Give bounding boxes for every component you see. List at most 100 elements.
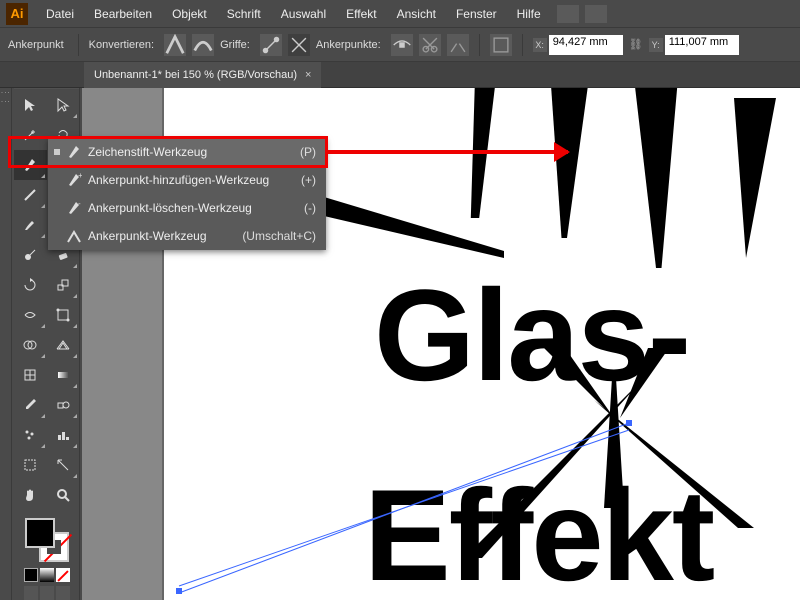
handles-hide-button[interactable] (288, 34, 310, 56)
anchor-remove-button[interactable] (391, 34, 413, 56)
options-anchors-label: Ankerpunkte: (316, 39, 381, 51)
shard (634, 88, 689, 268)
perspective-grid-tool-icon (55, 337, 71, 353)
width-tool[interactable] (14, 300, 47, 330)
draw-inside-icon[interactable] (56, 586, 70, 600)
fill-stroke-swatch[interactable] (25, 518, 69, 562)
menu-file[interactable]: Datei (36, 3, 84, 25)
menu-edit[interactable]: Bearbeiten (84, 3, 162, 25)
document-tab[interactable]: Unbenannt-1* bei 150 % (RGB/Vorschau) × (84, 62, 321, 88)
line-segment-tool[interactable] (14, 180, 47, 210)
menu-object[interactable]: Objekt (162, 3, 217, 25)
eyedropper-tool[interactable] (14, 390, 47, 420)
menu-effect[interactable]: Effekt (336, 3, 386, 25)
y-input[interactable]: 111,007 mm (665, 35, 739, 55)
free-transform-tool-icon (55, 307, 71, 323)
isolate-button[interactable] (490, 34, 512, 56)
flyout-item-shortcut: (Umschalt+C) (242, 229, 316, 243)
app-logo: Ai (6, 3, 28, 25)
flyout-item-label: Ankerpunkt-Werkzeug (88, 229, 236, 243)
column-graph-tool[interactable] (47, 420, 80, 450)
paintbrush-tool[interactable] (14, 210, 47, 240)
scissors-icon (419, 34, 441, 56)
menu-select[interactable]: Auswahl (271, 3, 336, 25)
link-xy-icon[interactable]: ⛓ (629, 35, 643, 55)
free-transform-tool[interactable] (47, 300, 80, 330)
scale-tool[interactable] (47, 270, 80, 300)
menu-window[interactable]: Fenster (446, 3, 507, 25)
handles-show-button[interactable] (260, 34, 282, 56)
blend-tool-icon (55, 397, 71, 413)
handles-icon (260, 34, 282, 56)
annotation-rectangle (8, 136, 328, 168)
mesh-tool-icon (22, 367, 38, 383)
shard (534, 88, 589, 238)
flyout-item-shortcut: (+) (301, 173, 316, 187)
x-label-icon: X: (533, 38, 547, 52)
menubar-extra-2[interactable] (585, 5, 607, 23)
close-icon[interactable]: × (305, 69, 311, 81)
menu-type[interactable]: Schrift (217, 3, 271, 25)
artboard-tool[interactable] (14, 450, 47, 480)
blend-tool[interactable] (47, 390, 80, 420)
flyout-item-add-anchor[interactable]: + Ankerpunkt-hinzufügen-Werkzeug (+) (48, 166, 326, 194)
symbol-sprayer-tool-icon (22, 427, 38, 443)
color-mode-icon[interactable] (24, 568, 38, 582)
document-tab-strip: Unbenannt-1* bei 150 % (RGB/Vorschau) × (0, 62, 800, 88)
direct-selection-tool[interactable] (47, 90, 80, 120)
flyout-item-delete-anchor[interactable]: - Ankerpunkt-löschen-Werkzeug (-) (48, 194, 326, 222)
draw-behind-icon[interactable] (40, 586, 54, 600)
x-field: X: 94,427 mm (533, 35, 623, 55)
smooth-icon (192, 34, 214, 56)
zoom-tool[interactable] (47, 480, 80, 510)
x-input[interactable]: 94,427 mm (549, 35, 623, 55)
isolate-icon (490, 34, 512, 56)
anchor-connect-button[interactable] (447, 34, 469, 56)
column-graph-tool-icon (55, 427, 71, 443)
blob-brush-tool[interactable] (14, 240, 47, 270)
anchor-remove-icon (391, 34, 413, 56)
convert-corner-button[interactable] (164, 34, 186, 56)
perspective-grid-tool[interactable] (47, 330, 80, 360)
gradient-mode-icon[interactable] (40, 568, 54, 582)
rotate-tool-icon (22, 277, 38, 293)
svg-text:+: + (78, 172, 82, 180)
paintbrush-tool-icon (22, 217, 38, 233)
blob-brush-tool-icon (22, 247, 38, 263)
draw-normal-icon[interactable] (24, 586, 38, 600)
shape-builder-tool[interactable] (14, 330, 47, 360)
options-handles-label: Griffe: (220, 39, 250, 51)
corner-icon (164, 34, 186, 56)
zoom-tool-icon (55, 487, 71, 503)
convert-anchor-icon (66, 228, 82, 244)
shard (734, 98, 794, 258)
gradient-tool[interactable] (47, 360, 80, 390)
gradient-tool-icon (55, 367, 71, 383)
connect-icon (447, 34, 469, 56)
shape-builder-tool-icon (22, 337, 38, 353)
flyout-item-convert-anchor[interactable]: Ankerpunkt-Werkzeug (Umschalt+C) (48, 222, 326, 250)
none-mode-icon[interactable] (56, 568, 70, 582)
mesh-tool[interactable] (14, 360, 47, 390)
menu-help[interactable]: Hilfe (507, 3, 551, 25)
menubar-extra-1[interactable] (557, 5, 579, 23)
menu-view[interactable]: Ansicht (387, 3, 446, 25)
annotation-arrow (326, 150, 568, 154)
fill-swatch[interactable] (25, 518, 55, 548)
rotate-tool[interactable] (14, 270, 47, 300)
convert-smooth-button[interactable] (192, 34, 214, 56)
svg-text:-: - (78, 200, 81, 208)
symbol-sprayer-tool[interactable] (14, 420, 47, 450)
selection-tool[interactable] (14, 90, 47, 120)
options-tool-label: Ankerpunkt (8, 39, 64, 51)
scale-tool-icon (55, 277, 71, 293)
slice-tool-icon (55, 457, 71, 473)
options-convert-label: Konvertieren: (89, 39, 154, 51)
slice-tool[interactable] (47, 450, 80, 480)
handles-hide-icon (288, 34, 310, 56)
anchor-cut-button[interactable] (419, 34, 441, 56)
flyout-item-label: Ankerpunkt-löschen-Werkzeug (88, 201, 298, 215)
hand-tool[interactable] (14, 480, 47, 510)
options-bar: Ankerpunkt Konvertieren: Griffe: Ankerpu… (0, 28, 800, 62)
flyout-item-label: Ankerpunkt-hinzufügen-Werkzeug (88, 173, 295, 187)
